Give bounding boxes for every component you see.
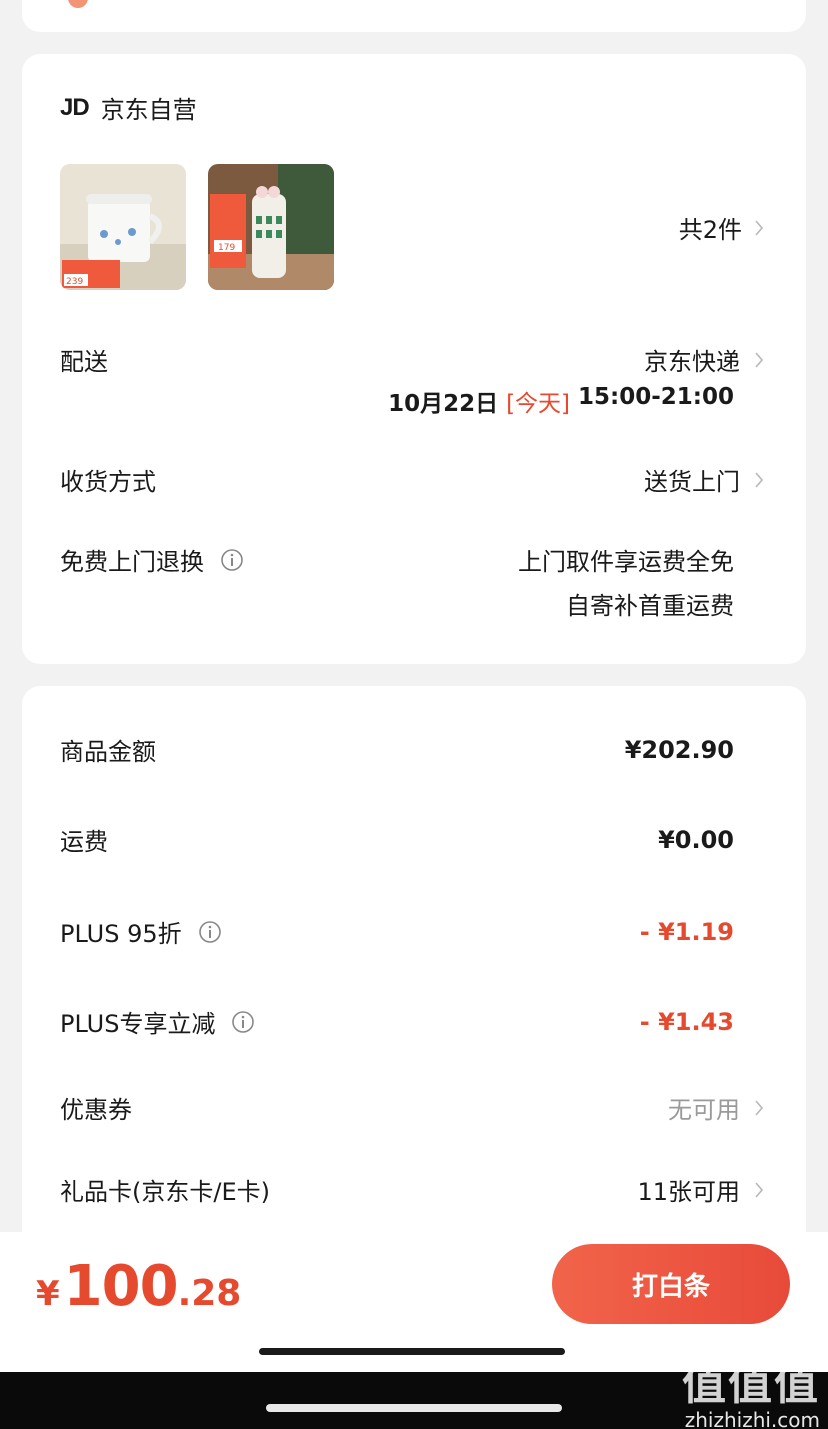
delivery-carrier-row[interactable]: 京东快递 <box>644 342 764 377</box>
chevron-right-icon <box>754 351 764 368</box>
total-amount: ¥ 100 .28 <box>36 1254 241 1319</box>
cost-card: 商品金额 ¥202.90 运费 ¥0.00 PLUS 95折 - ¥1.19 P… <box>22 686 806 1286</box>
delivery-window: 15:00-21:00 <box>578 384 734 410</box>
coupon-row[interactable]: 无可用 <box>668 1090 764 1125</box>
shop-header[interactable]: JD 京东自营 <box>60 90 197 125</box>
free-return-label: 免费上门退换 <box>60 548 204 576</box>
plus95-label: PLUS 95折 <box>60 920 182 948</box>
free-return-row: 免费上门退换 <box>60 542 244 577</box>
chevron-right-icon <box>754 471 764 488</box>
giftcard-value: 11张可用 <box>637 1178 740 1206</box>
giftcard-label: 礼品卡(京东卡/E卡) <box>60 1178 270 1206</box>
goods-amount-label: 商品金额 <box>60 738 156 766</box>
plus-cut-label: PLUS专享立减 <box>60 1010 216 1038</box>
total-integer: 100 <box>63 1254 179 1319</box>
plus95-value: - ¥1.19 <box>639 918 734 946</box>
plus95-row: PLUS 95折 <box>60 914 222 949</box>
goods-amount-value: ¥202.90 <box>624 736 734 764</box>
total-currency: ¥ <box>36 1274 60 1314</box>
coupon-label: 优惠券 <box>60 1096 132 1124</box>
receive-method-value: 送货上门 <box>644 468 740 496</box>
info-icon[interactable] <box>198 920 222 944</box>
coupon-value: 无可用 <box>668 1096 740 1124</box>
info-icon[interactable] <box>220 548 244 572</box>
receive-method-label: 收货方式 <box>60 468 156 496</box>
product-thumb-mug[interactable]: 239 <box>60 164 186 290</box>
thumb1-price: 239 <box>66 277 83 287</box>
delivery-date: 10月22日 <box>388 391 499 417</box>
shipping-label: 运费 <box>60 828 108 856</box>
item-count-label: 共2件 <box>678 216 742 244</box>
watermark-logo: 值值值 <box>682 1359 820 1410</box>
free-return-line1: 上门取件享运费全免 <box>518 548 734 576</box>
delivery-label: 配送 <box>60 348 108 376</box>
thumb2-price: 179 <box>218 243 235 253</box>
jd-logo: JD <box>60 93 90 121</box>
delivery-today-tag: [今天] <box>506 391 571 417</box>
previous-card-edge <box>22 0 806 32</box>
giftcard-row[interactable]: 11张可用 <box>637 1172 764 1207</box>
delivery-carrier: 京东快递 <box>644 348 740 376</box>
receive-method-row[interactable]: 送货上门 <box>644 462 764 497</box>
plus-cut-value: - ¥1.43 <box>639 1008 734 1036</box>
order-card: JD 京东自营 239 179 共2件 配送 京东快递 10月22日 [今天] … <box>22 54 806 664</box>
info-icon[interactable] <box>231 1010 255 1034</box>
pay-baitiao-button[interactable]: 打白条 <box>552 1244 790 1324</box>
product-thumbnails[interactable]: 239 179 <box>60 164 334 290</box>
item-count[interactable]: 共2件 <box>679 210 764 245</box>
chevron-right-icon <box>754 1181 764 1198</box>
shipping-value: ¥0.00 <box>658 826 734 854</box>
delivery-time[interactable]: 10月22日 [今天] 15:00-21:00 <box>388 384 734 418</box>
free-return-line2: 自寄补首重运费 <box>566 592 734 620</box>
watermark: 值值值 zhizhizhi.com <box>682 1348 820 1429</box>
plus-cut-row: PLUS专享立减 <box>60 1004 255 1039</box>
shield-icon <box>68 0 88 8</box>
total-decimal: .28 <box>177 1273 242 1314</box>
gesture-pill[interactable] <box>266 1404 562 1412</box>
chevron-right-icon <box>754 219 764 236</box>
shop-name: 京东自营 <box>100 96 197 124</box>
watermark-url: zhizhizhi.com <box>684 1408 820 1429</box>
product-thumb-tumbler[interactable]: 179 <box>208 164 334 290</box>
home-indicator <box>259 1348 565 1355</box>
chevron-right-icon <box>754 1099 764 1116</box>
